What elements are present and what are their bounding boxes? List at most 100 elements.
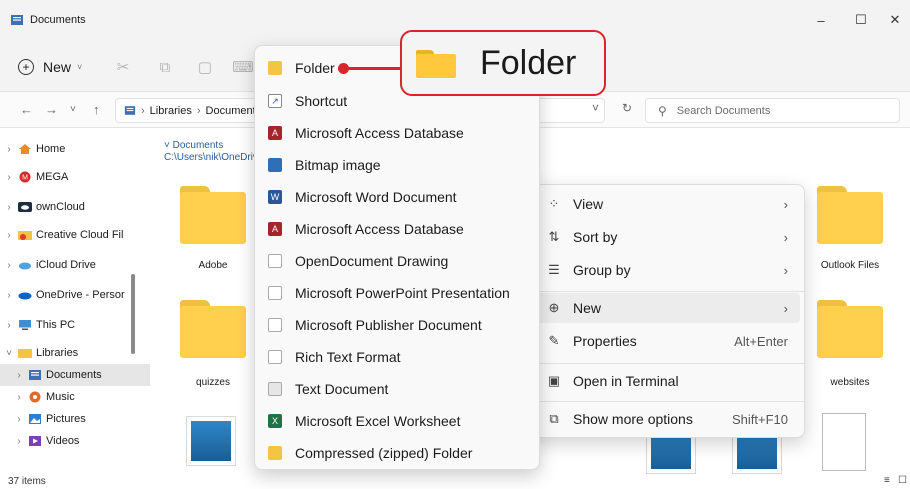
paste-icon[interactable]: ▢ [196, 58, 214, 76]
chevron-down-icon: ˅ [77, 62, 83, 72]
sidebar-item-label: Creative Cloud Fil [36, 229, 124, 241]
expand-chevron-icon[interactable]: › [0, 320, 18, 331]
sidebar-item-owncloud[interactable]: › ownCloud [0, 196, 150, 218]
submenu-item-zip[interactable]: Compressed (zipped) Folder [259, 438, 537, 468]
videos-icon [29, 436, 41, 446]
expand-chevron-icon[interactable]: › [10, 436, 28, 447]
submenu-item-label: Rich Text Format [295, 349, 401, 365]
sidebar-item-videos[interactable]: › Videos [0, 430, 150, 452]
submenu-item-label: Shortcut [295, 93, 348, 109]
folder-icon [268, 61, 282, 75]
up-arrow-icon[interactable]: ↑ [93, 102, 100, 117]
folder-label[interactable]: Outlook Files [805, 260, 895, 271]
new-button[interactable]: + New ˅ [18, 54, 82, 80]
sidebar-item-icloud[interactable]: › iCloud Drive [0, 254, 150, 276]
submenu-item-bitmap[interactable]: Bitmap image [259, 150, 537, 180]
expand-chevron-icon[interactable]: › [0, 230, 18, 241]
folder-icon [416, 50, 456, 78]
close-button[interactable]: ✕ [880, 10, 910, 30]
sidebar-item-music[interactable]: › Music [0, 386, 150, 408]
sidebar-scrollbar[interactable] [131, 274, 135, 354]
onedrive-icon [18, 292, 32, 300]
submenu-item-excel[interactable]: X Microsoft Excel Worksheet [259, 406, 537, 436]
folder-icon[interactable] [817, 300, 883, 358]
menu-item-new[interactable]: ⊕ New › [535, 293, 800, 323]
sidebar-item-libraries[interactable]: ˅ Libraries [0, 342, 150, 364]
recent-chevron-icon[interactable]: ˅ [70, 104, 76, 115]
chevron-right-icon: › [196, 104, 201, 117]
submenu-item-odg[interactable]: OpenDocument Drawing [259, 246, 537, 276]
minimize-button[interactable]: – [806, 10, 836, 30]
sidebar-item-home[interactable]: › Home [0, 138, 150, 160]
expand-chevron-icon[interactable]: › [10, 414, 28, 425]
expand-chevron-icon[interactable]: › [0, 202, 18, 213]
address-dropdown-icon[interactable]: ˅ [592, 101, 599, 115]
word-icon: W [268, 190, 282, 204]
sidebar-item-pictures[interactable]: › Pictures [0, 408, 150, 430]
group-title: Documents [172, 140, 224, 151]
status-bar: 37 items ≡ ☐ [0, 475, 910, 489]
document-file-icon[interactable] [822, 413, 866, 471]
menu-item-properties[interactable]: ✎ Properties Alt+Enter [535, 326, 800, 356]
maximize-button[interactable]: ☐ [846, 10, 876, 30]
libraries-folder-icon [18, 349, 32, 358]
breadcrumb-libraries[interactable]: Libraries [150, 105, 192, 117]
chevron-right-icon: › [141, 104, 145, 117]
tiles-view-icon[interactable]: ☐ [898, 475, 907, 486]
expand-chevron-icon[interactable]: › [0, 172, 18, 183]
submenu-item-word[interactable]: W Microsoft Word Document [259, 182, 537, 212]
back-arrow-icon[interactable]: ← [20, 102, 33, 117]
sidebar-item-label: Music [46, 391, 75, 403]
menu-item-show-more[interactable]: ⧉ Show more options Shift+F10 [535, 404, 800, 434]
wrench-icon: ✎ [548, 333, 560, 348]
expand-chevron-icon[interactable]: › [0, 290, 18, 301]
group-header[interactable]: ˅ Documents C:\Users\nik\OneDriv [164, 140, 258, 164]
sidebar-item-label: iCloud Drive [36, 259, 96, 271]
image-file-icon[interactable] [186, 416, 236, 466]
details-view-icon[interactable]: ≡ [884, 475, 890, 486]
submenu-item-publisher[interactable]: Microsoft Publisher Document [259, 310, 537, 340]
sidebar-item-creative-cloud[interactable]: › Creative Cloud Fil [0, 224, 150, 246]
refresh-icon[interactable]: ↻ [622, 101, 632, 115]
sidebar-item-label: OneDrive - Persor [36, 289, 125, 301]
submenu-item-powerpoint[interactable]: Microsoft PowerPoint Presentation [259, 278, 537, 308]
menu-item-open-terminal[interactable]: ▣ Open in Terminal [535, 366, 800, 396]
sidebar-item-documents[interactable]: › Documents [0, 364, 150, 386]
submenu-item-access[interactable]: A Microsoft Access Database [259, 118, 537, 148]
folder-icon[interactable] [180, 186, 246, 244]
folder-label[interactable]: quizzes [168, 377, 258, 388]
access-icon: A [268, 222, 282, 236]
rename-icon[interactable]: ⌨ [232, 58, 254, 76]
context-menu: ⁘ View › ⇅ Sort by › ☰ Group by › ⊕ New … [530, 184, 805, 438]
submenu-item-label: OpenDocument Drawing [295, 253, 449, 269]
menu-item-label: Sort by [573, 229, 618, 245]
submenu-item-rtf[interactable]: Rich Text Format [259, 342, 537, 372]
folder-icon[interactable] [180, 300, 246, 358]
expand-chevron-icon[interactable]: › [0, 144, 18, 155]
menu-item-view[interactable]: ⁘ View › [535, 189, 800, 219]
outlook-folder-icon[interactable] [817, 186, 883, 244]
folder-label[interactable]: Adobe [168, 260, 258, 271]
forward-arrow-icon[interactable]: → [45, 102, 58, 117]
sidebar-item-label: Documents [46, 369, 102, 381]
sidebar-item-onedrive[interactable]: › OneDrive - Persor [0, 284, 150, 306]
breadcrumb-documents[interactable]: Document [206, 105, 256, 117]
submenu-item-access-2[interactable]: A Microsoft Access Database [259, 214, 537, 244]
expand-chevron-icon[interactable]: › [10, 392, 28, 403]
documents-icon [29, 370, 41, 380]
cut-icon[interactable]: ✂ [114, 58, 132, 76]
folder-label[interactable]: websites [805, 377, 895, 388]
submenu-item-label: Microsoft Excel Worksheet [295, 413, 461, 429]
collapse-chevron-icon[interactable]: ˅ [0, 348, 18, 359]
sidebar-item-mega[interactable]: › M MEGA [0, 166, 150, 188]
menu-item-sort-by[interactable]: ⇅ Sort by › [535, 222, 800, 252]
copy-icon[interactable]: ⧉ [156, 58, 174, 76]
menu-item-group-by[interactable]: ☰ Group by › [535, 255, 800, 285]
search-input[interactable]: ⚲ Search Documents [645, 98, 900, 123]
sidebar-item-label: This PC [36, 319, 76, 331]
expand-chevron-icon[interactable]: › [10, 370, 28, 381]
submenu-item-text[interactable]: Text Document [259, 374, 537, 404]
menu-separator [531, 291, 804, 292]
expand-chevron-icon[interactable]: › [0, 260, 18, 271]
sidebar-item-this-pc[interactable]: › This PC [0, 314, 150, 336]
